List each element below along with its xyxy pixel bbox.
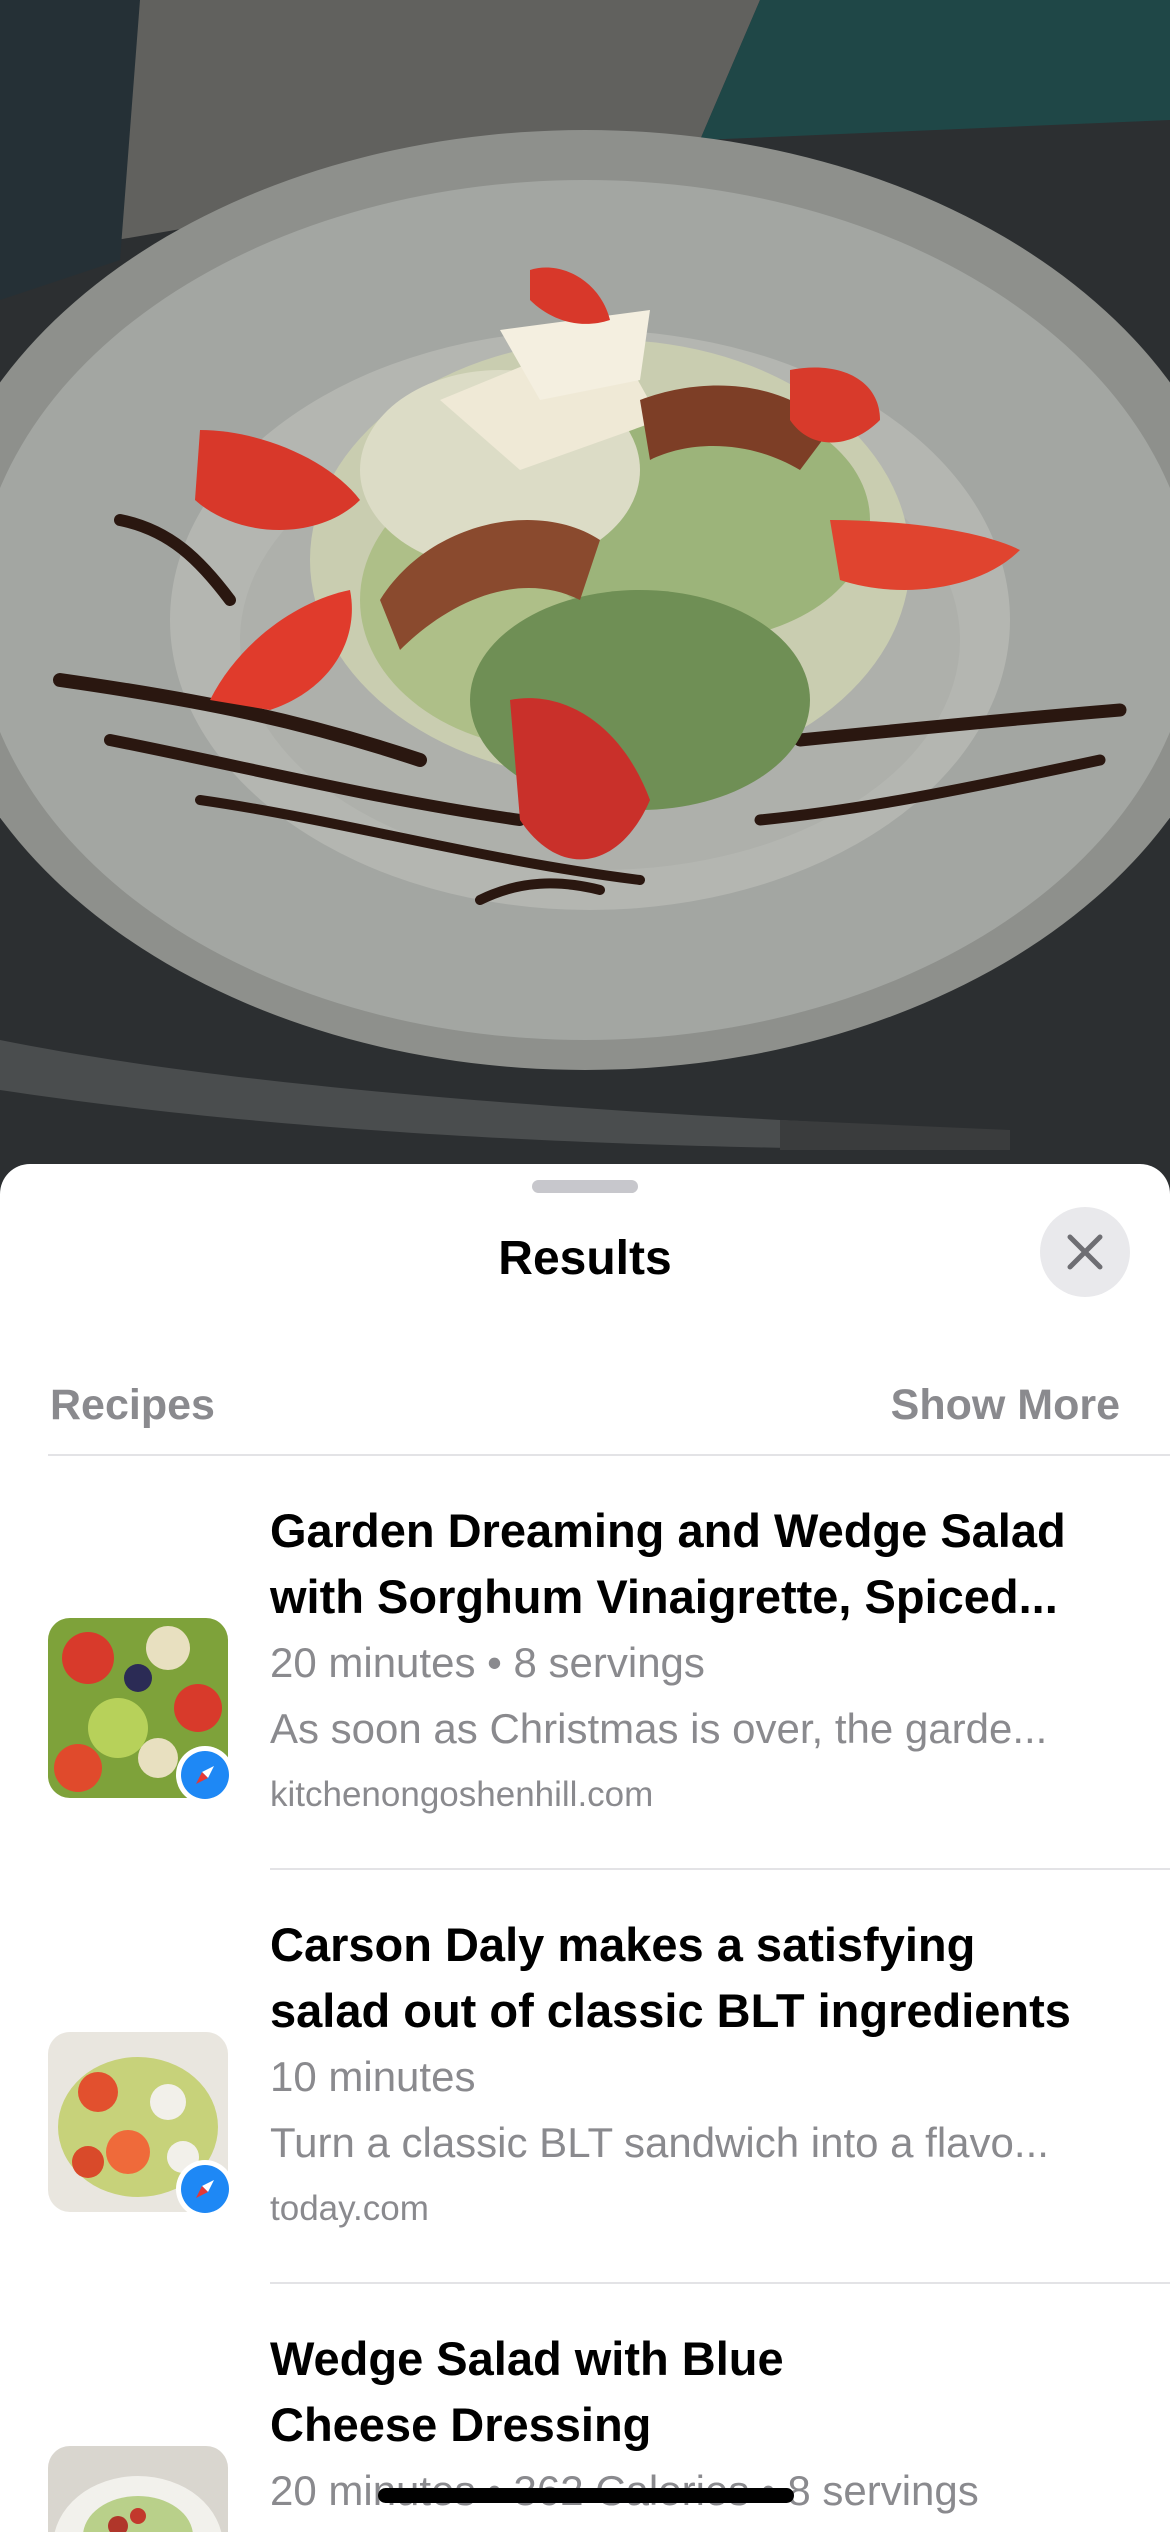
recipe-description: Turn a classic BLT sandwich into a flavo… (270, 2119, 1049, 2166)
salad-photo (0, 0, 1170, 1190)
recipe-description: As soon as Christmas is over, the garde.… (270, 1705, 1048, 1752)
results-sheet: Results Recipes Show More Garden Dreamin… (0, 1164, 1170, 2532)
recipes-section-header: Recipes Show More (50, 1370, 1120, 1440)
close-button[interactable] (1040, 1207, 1130, 1297)
row-divider (270, 2282, 1170, 2284)
sheet-title: Results (498, 1232, 672, 1285)
recipe-meta: 20 minutes • 8 servings (270, 1639, 705, 1686)
recipe-thumbnail (48, 2032, 234, 2218)
visual-lookup-screen: Results Recipes Show More Garden Dreamin… (0, 0, 1170, 2532)
recipe-meta: 10 minutes (270, 2053, 476, 2100)
recipe-thumbnail (48, 2446, 228, 2532)
row-divider (270, 1868, 1170, 1870)
close-x-icon (1067, 1234, 1103, 1270)
recipe-title: Garden Dreaming and Wedge Salad (270, 1504, 1066, 1557)
section-label: Recipes (50, 1381, 215, 1429)
safari-compass-icon (176, 2160, 234, 2218)
recipe-title: Carson Daly makes a satisfying (270, 1918, 976, 1971)
recipe-source: today.com (270, 2189, 429, 2228)
recipe-thumbnail (48, 1618, 234, 1804)
section-divider (48, 1454, 1170, 1456)
recipe-title: Wedge Salad with Blue (270, 2332, 784, 2385)
safari-compass-icon (176, 1746, 234, 1804)
sheet-grabber-handle[interactable] (532, 1180, 638, 1193)
home-indicator[interactable] (378, 2488, 794, 2503)
recipe-title-line2: with Sorghum Vinaigrette, Spiced... (270, 1570, 1058, 1623)
show-more-button[interactable]: Show More (891, 1370, 1120, 1440)
recipe-source: kitchenongoshenhill.com (270, 1775, 654, 1814)
recipe-title-line2: Cheese Dressing (270, 2398, 652, 2451)
recipe-title-line2: salad out of classic BLT ingredients (270, 1984, 1071, 2037)
